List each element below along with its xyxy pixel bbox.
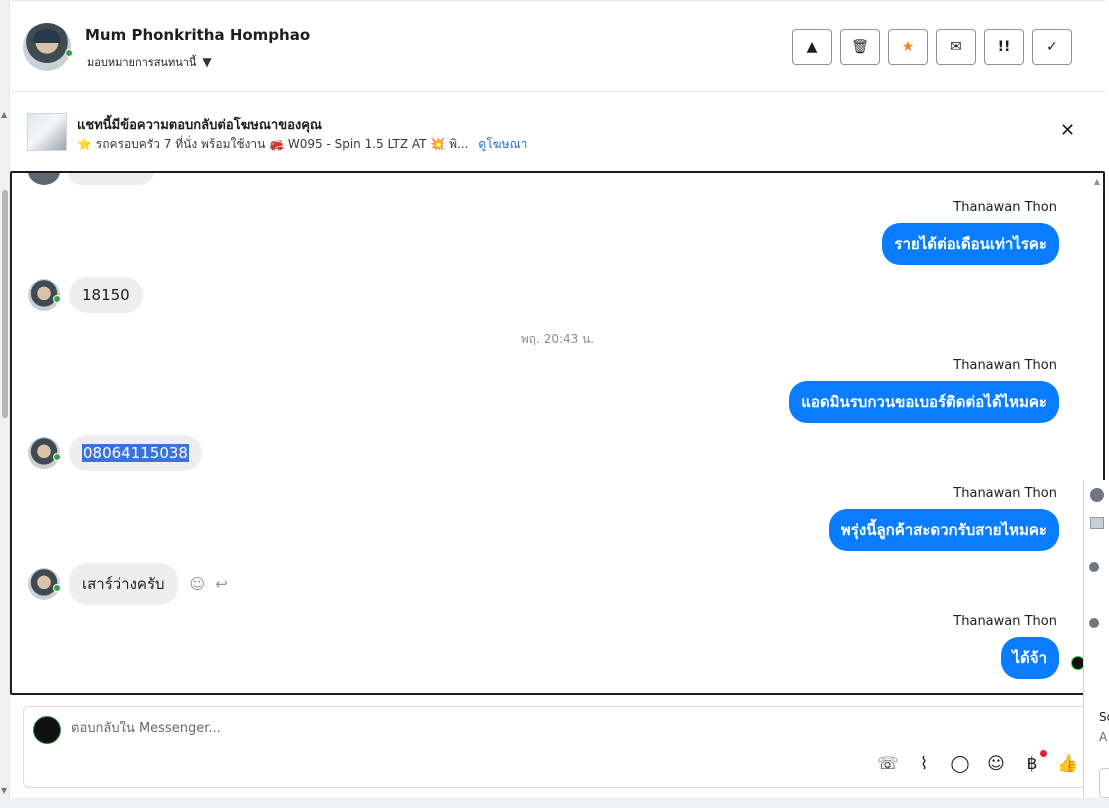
side-panel-subtext: A bbox=[1099, 730, 1108, 744]
assign-label: มอบหมายการสนทนานี้ bbox=[87, 56, 197, 69]
follow-up-icon: !! bbox=[997, 39, 1011, 55]
view-ad-link[interactable]: ดูโฆษณา bbox=[478, 137, 527, 151]
outgoing-message-bubble[interactable]: แอดมินรบกวนขอเบอร์ติดต่อได้ไหมคะ bbox=[789, 381, 1059, 423]
contact-avatar-small[interactable] bbox=[28, 279, 61, 311]
avatar[interactable] bbox=[1089, 618, 1099, 628]
delete-button[interactable]: 🗑 bbox=[840, 29, 880, 65]
inbox-conversation-view: ▲ ▼ Mum Phonkritha Homphao มอบหมายการสนท… bbox=[0, 0, 1109, 808]
call-add-icon[interactable]: ☏ bbox=[877, 754, 899, 774]
scroll-up-arrow-icon[interactable]: ▲ bbox=[1, 110, 7, 119]
outgoing-message-bubble[interactable]: พรุ่งนี้ลูกค้าสะดวกรับสายไหมคะ bbox=[828, 509, 1059, 551]
contact-avatar-small[interactable] bbox=[28, 568, 61, 600]
thumbs-up-icon[interactable]: 👍 bbox=[1057, 754, 1079, 774]
avatar[interactable] bbox=[1089, 562, 1099, 572]
side-panel-fragment: So A bbox=[1083, 480, 1109, 808]
mark-unread-button[interactable]: ✉ bbox=[936, 29, 976, 65]
ad-thumbnail[interactable] bbox=[1090, 517, 1104, 529]
avatar[interactable] bbox=[1090, 488, 1104, 502]
follow-up-button[interactable]: !! bbox=[984, 29, 1024, 65]
scroll-down-arrow-icon[interactable]: ▼ bbox=[1, 786, 7, 795]
reply-arrow-icon[interactable]: ↩ bbox=[215, 575, 228, 593]
notification-dot bbox=[1040, 750, 1047, 757]
sender-name: Thanawan Thon bbox=[953, 200, 1057, 215]
caret-down-icon: ▼ bbox=[202, 55, 212, 69]
composer-toolbar: ☏ ⌇ ◯ ☺ ฿ 👍 bbox=[877, 750, 1079, 774]
message-timestamp: พฤ. 20:43 น. bbox=[520, 332, 595, 346]
page-avatar bbox=[33, 716, 61, 744]
contact-avatar[interactable] bbox=[23, 23, 71, 71]
mark-done-button[interactable]: ✓ bbox=[1032, 29, 1072, 65]
page-scrollbar[interactable]: ▲ ▼ bbox=[0, 0, 10, 808]
thread-scroll-up-icon[interactable]: ▲ bbox=[1094, 177, 1100, 186]
report-spam-button[interactable]: ▲ bbox=[792, 29, 832, 65]
contact-avatar-small bbox=[28, 173, 60, 185]
check-icon: ✓ bbox=[1046, 39, 1058, 55]
incoming-message-bubble[interactable]: 18150 bbox=[69, 277, 143, 313]
ad-banner-title: แชทนี้มีข้อความตอบกลับต่อโฆษณาของคุณ bbox=[77, 118, 322, 133]
online-status-dot bbox=[65, 49, 73, 57]
reply-composer: ☏ ⌇ ◯ ☺ ฿ 👍 bbox=[23, 706, 1095, 788]
incoming-message-bubble[interactable]: เสาร์ว่างครับ bbox=[69, 563, 178, 605]
incoming-message-bubble[interactable]: 08064115038 bbox=[69, 435, 202, 471]
saved-reply-icon[interactable]: ◯ bbox=[949, 754, 971, 774]
side-panel-button[interactable] bbox=[1099, 768, 1109, 798]
star-icon: ★ bbox=[901, 39, 915, 55]
incoming-message-row: 18150 bbox=[28, 277, 143, 313]
conversation-toolbar: ▲ 🗑 ★ ✉ !! ✓ bbox=[792, 29, 1072, 65]
incoming-message-bubble[interactable] bbox=[68, 173, 154, 185]
envelope-icon: ✉ bbox=[950, 39, 962, 55]
ad-thumbnail[interactable] bbox=[27, 113, 67, 151]
sender-name: Thanawan Thon bbox=[953, 614, 1057, 629]
paperclip-icon[interactable]: ⌇ bbox=[913, 754, 935, 774]
react-emoji-icon[interactable]: ☺ bbox=[190, 575, 206, 593]
message-actions: ☺ ↩ bbox=[190, 575, 228, 593]
outgoing-message-bubble[interactable]: ได้จ้า bbox=[1000, 637, 1059, 679]
incoming-message-row: 08064115038 bbox=[28, 435, 202, 471]
scrollbar-thumb[interactable] bbox=[2, 190, 8, 418]
selected-phone-number[interactable]: 08064115038 bbox=[82, 444, 189, 462]
emoji-icon[interactable]: ☺ bbox=[985, 754, 1007, 774]
warning-icon: ▲ bbox=[806, 39, 818, 55]
ad-reply-banner: แชทนี้มีข้อความตอบกลับต่อโฆษณาของคุณ ⭐ ร… bbox=[11, 93, 1105, 170]
message-thread[interactable]: ▲ Thanawan Thon รายได้ต่อเดือนเท่าไรคะ 1… bbox=[10, 171, 1105, 695]
conversation-header: Mum Phonkritha Homphao มอบหมายการสนทนานี… bbox=[11, 0, 1105, 92]
sender-name: Thanawan Thon bbox=[953, 358, 1057, 373]
reply-input[interactable] bbox=[71, 721, 971, 736]
star-button[interactable]: ★ bbox=[888, 29, 928, 65]
ad-banner-description: ⭐ รถครอบครัว 7 ที่นั่ง พร้อมใช้งาน 🚒 W09… bbox=[77, 135, 527, 154]
side-panel-text: So bbox=[1099, 710, 1109, 724]
bottom-strip bbox=[0, 798, 1109, 808]
baht-payment-icon[interactable]: ฿ bbox=[1021, 750, 1047, 774]
sender-name: Thanawan Thon bbox=[953, 486, 1057, 501]
contact-avatar-small[interactable] bbox=[28, 437, 61, 469]
close-icon[interactable]: ✕ bbox=[1060, 120, 1075, 141]
ad-description-text: ⭐ รถครอบครัว 7 ที่นั่ง พร้อมใช้งาน 🚒 W09… bbox=[77, 137, 469, 151]
contact-name[interactable]: Mum Phonkritha Homphao bbox=[85, 26, 310, 44]
assign-conversation-dropdown[interactable]: มอบหมายการสนทนานี้ ▼ bbox=[87, 53, 212, 71]
outgoing-message-bubble[interactable]: รายได้ต่อเดือนเท่าไรคะ bbox=[882, 223, 1059, 265]
trash-icon: 🗑 bbox=[851, 39, 869, 55]
incoming-message-row: เสาร์ว่างครับ ☺ ↩ bbox=[28, 563, 228, 605]
